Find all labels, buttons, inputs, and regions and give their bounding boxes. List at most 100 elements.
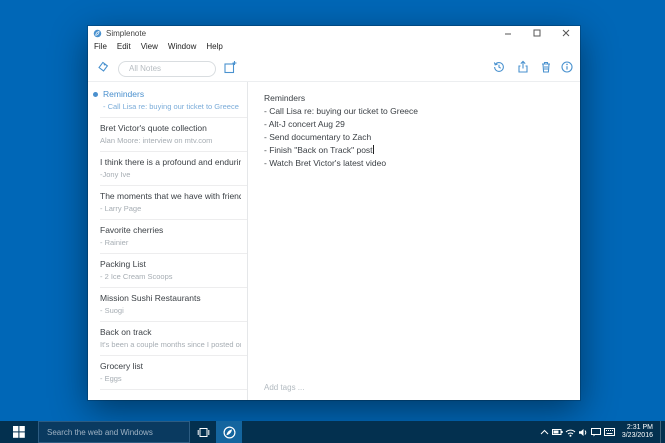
editor-line: - Alt-J concert Aug 29 <box>264 118 580 131</box>
note-editor[interactable]: Reminders - Call Lisa re: buying our tic… <box>247 82 580 400</box>
note-list-item[interactable]: I think there is a profound and enduring… <box>88 152 247 186</box>
clock-date: 3/23/2016 <box>622 432 653 440</box>
tray-overflow-button[interactable] <box>538 421 551 443</box>
windows-start-icon <box>13 426 25 438</box>
tag-icon <box>96 60 110 74</box>
start-button[interactable] <box>0 421 38 443</box>
note-excerpt: - Larry Page <box>100 204 241 213</box>
editor-line-text: - Finish "Back on Track" post <box>264 145 373 155</box>
editor-line: - Watch Bret Victor's latest video <box>264 157 580 170</box>
notes-search-input[interactable] <box>118 61 216 77</box>
close-icon <box>562 29 570 37</box>
maximize-button[interactable] <box>522 26 551 40</box>
minimize-icon <box>504 29 512 37</box>
toolbar <box>88 53 580 82</box>
menu-file[interactable]: File <box>88 42 112 51</box>
notes-list: Reminders - Call Lisa re: buying our tic… <box>88 82 247 400</box>
trash-button[interactable] <box>538 59 554 75</box>
history-icon <box>492 60 506 74</box>
trash-icon <box>539 60 553 74</box>
note-title: Favorite cherries <box>100 225 241 235</box>
note-list-item-reminders[interactable]: Reminders - Call Lisa re: buying our tic… <box>88 84 247 118</box>
note-excerpt: - Eggs <box>100 374 241 383</box>
selected-note-dot <box>93 92 98 97</box>
new-note-icon <box>223 60 237 74</box>
window-title: Simplenote <box>106 29 146 38</box>
taskbar: 2:31 PM 3/23/2016 <box>0 421 665 443</box>
menu-view[interactable]: View <box>136 42 163 51</box>
tags-button[interactable] <box>95 59 111 75</box>
battery-status[interactable] <box>551 421 564 443</box>
titlebar: Simplenote <box>88 26 580 40</box>
taskbar-clock[interactable]: 2:31 PM 3/23/2016 <box>616 421 660 443</box>
note-excerpt: It's been a couple months since I posted… <box>100 340 241 349</box>
window-controls <box>493 26 580 40</box>
note-list-item[interactable]: The moments that we have with friends ..… <box>88 186 247 220</box>
desktop: Simplenote File Edit View Window Help <box>0 0 665 443</box>
note-list-item[interactable]: Mission Sushi Restaurants - Suogi <box>88 288 247 322</box>
taskbar-search-input[interactable] <box>39 427 189 438</box>
taskbar-spacer <box>242 421 538 443</box>
note-list-item[interactable]: Favorite cherries - Rainier <box>88 220 247 254</box>
chevron-up-icon <box>540 429 549 435</box>
menu-window[interactable]: Window <box>163 42 201 51</box>
taskbar-search <box>38 421 190 443</box>
history-button[interactable] <box>491 59 507 75</box>
note-title: Back on track <box>100 327 241 337</box>
show-desktop-button[interactable] <box>660 421 665 443</box>
simplenote-taskbar-icon <box>223 426 236 439</box>
add-tags-field[interactable]: Add tags ... <box>264 383 304 392</box>
note-excerpt: - Call Lisa re: buying our ticket to Gre… <box>103 102 241 111</box>
note-title: Bret Victor's quote collection <box>100 123 241 133</box>
note-excerpt: -Jony Ive <box>100 170 241 179</box>
simplenote-logo-icon <box>93 29 102 38</box>
editor-line: - Call Lisa re: buying our ticket to Gre… <box>264 105 580 118</box>
note-title: Packing List <box>100 259 241 269</box>
close-button[interactable] <box>551 26 580 40</box>
volume-icon <box>578 428 588 437</box>
note-list-item[interactable]: Bret Victor's quote collection Alan Moor… <box>88 118 247 152</box>
window-content: Reminders - Call Lisa re: buying our tic… <box>88 82 580 400</box>
clock-time: 2:31 PM <box>627 424 653 432</box>
note-title: I think there is a profound and enduring… <box>100 157 241 167</box>
taskbar-app-simplenote[interactable] <box>216 421 242 443</box>
notes-search <box>118 58 216 74</box>
simplenote-window: Simplenote File Edit View Window Help <box>88 26 580 400</box>
share-button[interactable] <box>515 59 531 75</box>
volume-status[interactable] <box>577 421 590 443</box>
note-excerpt: Alan Moore: interview on mtv.com <box>100 136 241 145</box>
menu-help[interactable]: Help <box>201 42 227 51</box>
new-note-button[interactable] <box>222 59 238 75</box>
note-excerpt: - Rainier <box>100 238 241 247</box>
network-icon <box>565 428 576 437</box>
minimize-button[interactable] <box>493 26 522 40</box>
note-title: Mission Sushi Restaurants <box>100 293 241 303</box>
keyboard-icon <box>604 428 615 436</box>
note-editor-text: Reminders - Call Lisa re: buying our tic… <box>248 82 580 170</box>
editor-line: Reminders <box>264 92 580 105</box>
text-cursor <box>373 145 374 154</box>
task-view-button[interactable] <box>190 421 216 443</box>
share-icon <box>516 60 530 74</box>
action-center-button[interactable] <box>590 421 603 443</box>
info-icon <box>560 60 574 74</box>
note-excerpt: - 2 Ice Cream Scoops <box>100 272 241 281</box>
note-excerpt: - Suogi <box>100 306 241 315</box>
task-view-icon <box>197 427 210 438</box>
note-list-item[interactable]: Back on track It's been a couple months … <box>88 322 247 356</box>
action-center-icon <box>591 428 601 437</box>
note-list-item[interactable]: Grocery list - Eggs <box>88 356 247 390</box>
editor-line-with-cursor: - Finish "Back on Track" post <box>264 144 580 157</box>
note-title: Reminders <box>103 89 241 99</box>
editor-line: - Send documentary to Zach <box>264 131 580 144</box>
menu-edit[interactable]: Edit <box>112 42 136 51</box>
battery-icon <box>552 428 563 436</box>
touch-keyboard-button[interactable] <box>603 421 616 443</box>
note-title: Grocery list <box>100 361 241 371</box>
maximize-icon <box>533 29 541 37</box>
menu-bar: File Edit View Window Help <box>88 40 580 53</box>
info-button[interactable] <box>559 59 575 75</box>
note-title: The moments that we have with friends ..… <box>100 191 241 201</box>
note-list-item[interactable]: Packing List - 2 Ice Cream Scoops <box>88 254 247 288</box>
network-status[interactable] <box>564 421 577 443</box>
